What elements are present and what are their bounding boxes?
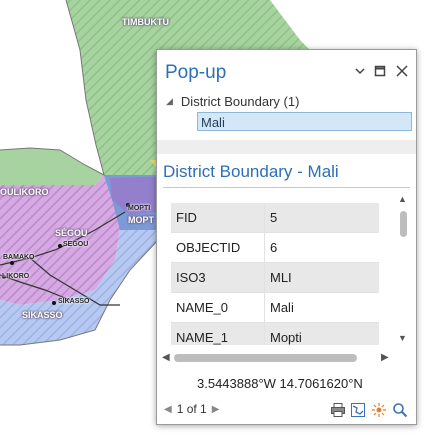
chevron-down-icon[interactable] [351,62,369,80]
vertical-scroll-thumb[interactable] [400,211,407,237]
field-value: 6 [264,232,379,263]
city-label-mopti: MOPTI [128,205,151,212]
location-coordinates: 3.5443888°W 14.7061620°N [197,376,363,391]
city-label-sikasso: SIKASSO [58,298,90,305]
expand-triangle-icon[interactable]: ◢ [166,96,173,107]
popup-title: Pop-up [165,62,227,83]
field-value: Mopti [264,322,379,345]
pager-text: 1 of 1 [176,402,207,416]
close-icon[interactable] [393,62,411,80]
popup-window[interactable]: Pop-up ◢ District Boundary (1) Mali Dist… [156,49,417,425]
map-label-segou-region: SÉGOU [55,228,88,238]
scroll-down-icon[interactable]: ▼ [398,333,407,343]
table-row: NAME_1 Mopti [171,322,379,345]
horizontal-scroll-thumb[interactable] [174,354,357,362]
section-divider [157,140,416,154]
maximize-icon[interactable] [371,62,389,80]
map-label-timbuktu: TIMBUKTU [122,17,169,27]
magnifier-icon[interactable] [392,402,408,418]
field-value: 5 [264,203,379,233]
printer-icon[interactable] [330,402,346,418]
previous-feature-icon[interactable]: ◀ [164,404,172,415]
field-name: NAME_0 [171,292,265,323]
scroll-right-icon[interactable]: ▶ [381,352,389,363]
popup-footer: ◀ 1 of 1 ▶ [157,398,416,424]
map-label-sikasso-region: SIKASSO [22,310,63,320]
city-marker-sikasso [52,301,56,305]
next-feature-icon[interactable]: ▶ [212,404,220,415]
feature-list-item[interactable]: Mali [197,112,412,131]
layer-tree-node[interactable]: ◢ District Boundary (1) [166,94,299,109]
field-name: OBJECTID [171,232,265,263]
field-name: NAME_1 [171,322,265,345]
layer-tree-label: District Boundary (1) [180,94,300,109]
table-row: OBJECTID 6 [171,232,379,263]
field-value: MLI [264,262,379,293]
attribute-table: FID 5 OBJECTID 6 ISO3 MLI NAME_0 Mali NA… [171,203,379,345]
title-underline [163,187,410,188]
table-row: ISO3 MLI [171,262,379,293]
table-row: NAME_0 Mali [171,292,379,323]
zoom-to-icon[interactable] [350,402,366,418]
horizontal-scrollbar[interactable]: ◀ ▶ [157,350,395,366]
feature-pager: ◀ 1 of 1 ▶ [164,402,219,416]
city-marker-bamako [10,261,14,265]
city-label-bamako: BAMAKO [3,254,35,261]
vertical-scrollbar[interactable]: ▲ ▼ [395,190,411,346]
map-label-mopti-region: MOPT [128,215,154,225]
scroll-up-icon[interactable]: ▲ [398,194,407,204]
flash-icon[interactable] [371,402,387,418]
city-label-segou: SEGOU [63,241,89,248]
map-label-koulikoro: OULIKORO [0,187,49,197]
feature-title: District Boundary - Mali [163,162,339,181]
field-name: ISO3 [171,262,265,293]
field-name: FID [171,203,265,233]
scroll-left-icon[interactable]: ◀ [162,352,170,363]
city-label-koulikoro: LIKORO [2,273,30,280]
city-marker-segou [58,244,62,248]
table-row: FID 5 [171,203,379,233]
field-value: Mali [264,292,379,323]
